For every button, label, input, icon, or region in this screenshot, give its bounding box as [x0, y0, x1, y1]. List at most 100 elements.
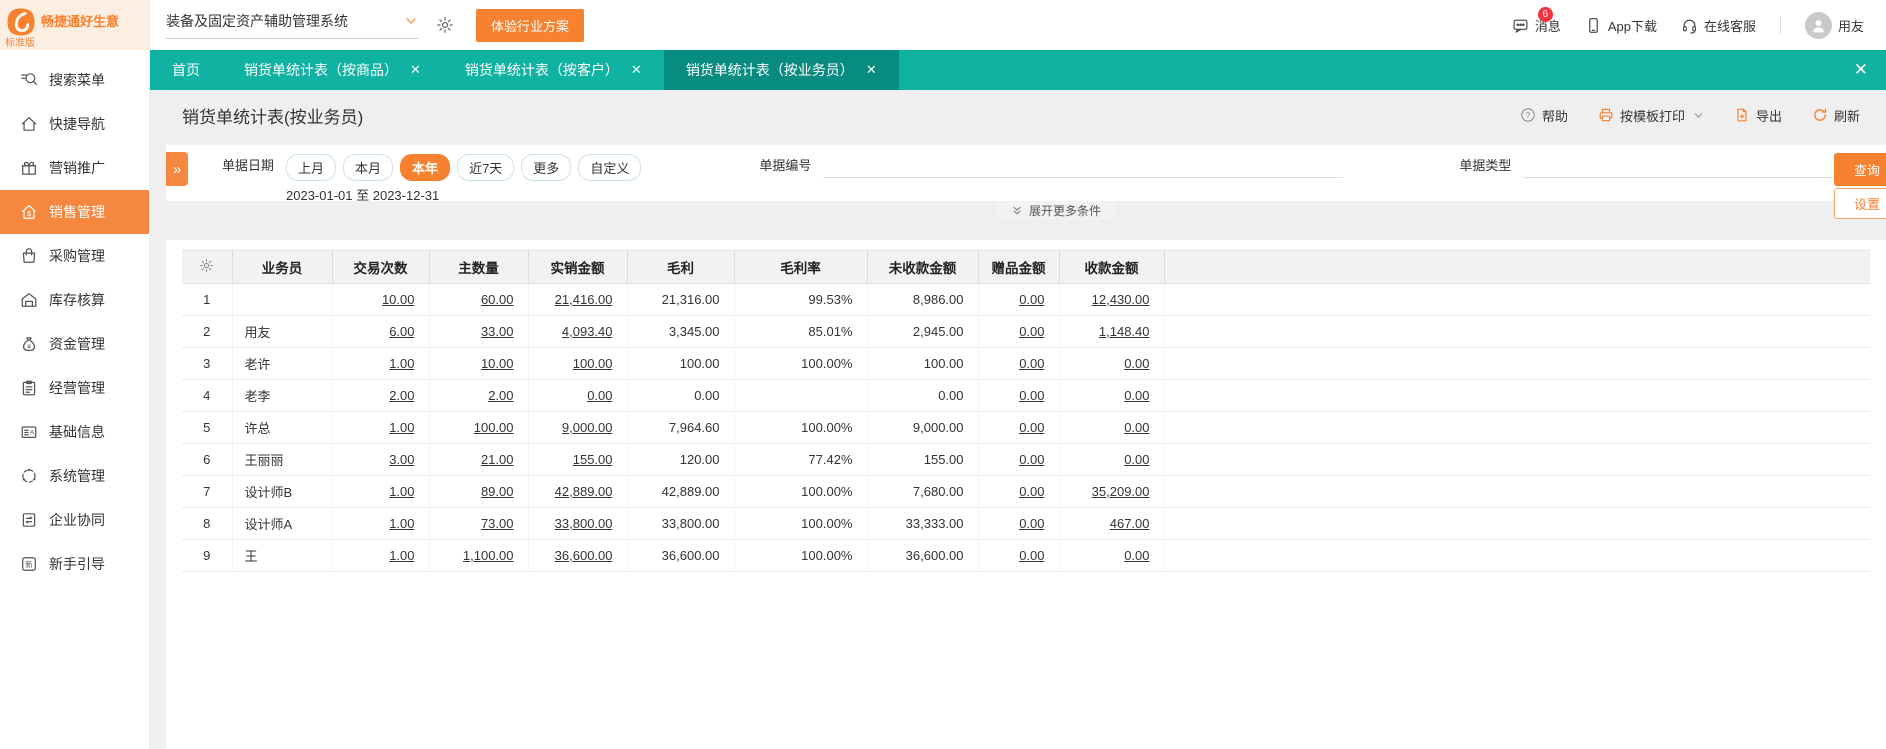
user-menu[interactable]: 用友 [1804, 11, 1864, 39]
sidebar-item-collab[interactable]: 企业协同 [0, 498, 149, 542]
cell-filler [1164, 475, 1870, 508]
date-option-本月[interactable]: 本月 [343, 154, 394, 181]
sidebar-item-sales[interactable]: $ 销售管理 [0, 190, 149, 234]
drilldown-link[interactable]: 0.00 [587, 388, 612, 403]
drilldown-link[interactable]: 1.00 [389, 516, 414, 531]
drilldown-link[interactable]: 0.00 [1019, 292, 1044, 307]
drilldown-link[interactable]: 9,000.00 [562, 420, 613, 435]
doc-no-input[interactable] [823, 154, 1344, 178]
drilldown-link[interactable]: 10.00 [382, 292, 415, 307]
drilldown-link[interactable]: 42,889.00 [555, 484, 613, 499]
sidebar-item-warehouse[interactable]: 库存核算 [0, 278, 149, 322]
table-row: 9 王 1.00 1,100.00 36,600.00 36,600.00 100.00% 3… [182, 539, 1870, 572]
drilldown-link[interactable]: 2.00 [389, 388, 414, 403]
print-by-template-button[interactable]: 按模板打印 [1598, 106, 1704, 125]
drilldown-link[interactable]: 21,416.00 [555, 292, 613, 307]
drilldown-link[interactable]: 36,600.00 [555, 548, 613, 563]
drilldown-link[interactable]: 467.00 [1110, 516, 1150, 531]
tab-close-icon[interactable]: ✕ [410, 62, 421, 78]
tab-close-icon[interactable]: ✕ [866, 62, 877, 78]
help-button[interactable]: ? 帮助 [1520, 106, 1568, 125]
sidebar-item-bag[interactable]: 采购管理 [0, 234, 149, 278]
drilldown-link[interactable]: 12,430.00 [1092, 292, 1150, 307]
trial-plan-button[interactable]: 体验行业方案 [476, 8, 585, 42]
drilldown-link[interactable]: 0.00 [1019, 420, 1044, 435]
drilldown-link[interactable]: 0.00 [1019, 388, 1044, 403]
sidebar-item-gift[interactable]: 营销推广 [0, 146, 149, 190]
drilldown-link[interactable]: 1,148.40 [1099, 324, 1150, 339]
cell-value: 0.00 [978, 283, 1060, 316]
messages-button[interactable]: 消息 6 [1512, 6, 1561, 35]
row-number: 7 [182, 475, 233, 508]
drilldown-link[interactable]: 1.00 [389, 356, 414, 371]
drilldown-link[interactable]: 0.00 [1124, 356, 1149, 371]
title-row: 销货单统计表(按业务员) ? 帮助 按模板打印 导出 刷新 [150, 90, 1886, 140]
drilldown-link[interactable]: 0.00 [1019, 324, 1044, 339]
drilldown-link[interactable]: 0.00 [1019, 452, 1044, 467]
date-range-value[interactable]: 2023-01-01 至 2023-12-31 [286, 185, 641, 204]
filter-settings-button[interactable]: 设置 [1833, 188, 1886, 219]
drilldown-link[interactable]: 0.00 [1019, 356, 1044, 371]
close-all-tabs-button[interactable]: ✕ [1836, 50, 1886, 90]
drilldown-link[interactable]: 21.00 [481, 452, 514, 467]
drilldown-link[interactable]: 60.00 [481, 292, 514, 307]
date-option-近7天[interactable]: 近7天 [457, 154, 515, 181]
sidebar-item-moneybag[interactable]: ¥ 资金管理 [0, 322, 149, 366]
drilldown-link[interactable]: 35,209.00 [1092, 484, 1150, 499]
drilldown-link[interactable]: 6.00 [389, 324, 414, 339]
drilldown-link[interactable]: 1.00 [389, 420, 414, 435]
sidebar-item-clipboard[interactable]: 经营管理 [0, 366, 149, 410]
cell-filler [1164, 315, 1870, 348]
cell-value: 12,430.00 [1059, 283, 1165, 316]
drilldown-link[interactable]: 155.00 [573, 452, 613, 467]
drilldown-link[interactable]: 10.00 [481, 356, 514, 371]
sidebar-item-search[interactable]: 搜索菜单 [0, 58, 149, 102]
drilldown-link[interactable]: 0.00 [1019, 516, 1044, 531]
refresh-button[interactable]: 刷新 [1812, 106, 1860, 125]
svg-text:$: $ [27, 209, 31, 218]
tab-3-active[interactable]: 销货单统计表（按业务员） ✕ [663, 50, 899, 90]
query-button[interactable]: 查询 [1833, 153, 1886, 186]
date-option-更多[interactable]: 更多 [521, 154, 572, 181]
drilldown-link[interactable]: 1.00 [389, 548, 414, 563]
doc-type-select[interactable] [1523, 154, 1886, 178]
export-button[interactable]: 导出 [1734, 106, 1782, 125]
drilldown-link[interactable]: 0.00 [1124, 548, 1149, 563]
drilldown-link[interactable]: 2.00 [488, 388, 513, 403]
online-service-button[interactable]: 在线客服 [1681, 16, 1756, 35]
drilldown-link[interactable]: 73.00 [481, 516, 514, 531]
app-download-button[interactable]: App下载 [1585, 16, 1657, 35]
drilldown-link[interactable]: 0.00 [1019, 484, 1044, 499]
sidebar-item-home[interactable]: 快捷导航 [0, 102, 149, 146]
drilldown-link[interactable]: 33,800.00 [555, 516, 613, 531]
collapse-filter-button[interactable]: » [166, 152, 188, 186]
tab-1[interactable]: 销货单统计表（按商品） ✕ [222, 50, 443, 90]
drilldown-link[interactable]: 3.00 [389, 452, 414, 467]
drilldown-link[interactable]: 89.00 [481, 484, 514, 499]
date-option-本年[interactable]: 本年 [400, 154, 451, 181]
print-chevron-down-icon[interactable] [1693, 110, 1704, 121]
tab-2[interactable]: 销货单统计表（按客户） ✕ [443, 50, 664, 90]
date-option-上月[interactable]: 上月 [286, 154, 337, 181]
sidebar-item-idcard[interactable]: A 基础信息 [0, 410, 149, 454]
drilldown-link[interactable]: 0.00 [1019, 548, 1044, 563]
drilldown-link[interactable]: 0.00 [1124, 420, 1149, 435]
drilldown-link[interactable]: 0.00 [1124, 452, 1149, 467]
drilldown-link[interactable]: 1.00 [389, 484, 414, 499]
tab-0[interactable]: 首页 [150, 50, 222, 90]
drilldown-link[interactable]: 100.00 [573, 356, 613, 371]
drilldown-link[interactable]: 33.00 [481, 324, 514, 339]
tab-close-icon[interactable]: ✕ [631, 62, 642, 78]
settings-gear-icon[interactable] [436, 16, 454, 34]
date-option-自定义[interactable]: 自定义 [578, 154, 642, 181]
drilldown-link[interactable]: 0.00 [1124, 388, 1149, 403]
column-settings-button[interactable] [182, 250, 233, 284]
drilldown-link[interactable]: 1,100.00 [463, 548, 514, 563]
sidebar-item-guide[interactable]: 新 新手引导 [0, 542, 149, 586]
sidebar-item-system[interactable]: 系统管理 [0, 454, 149, 498]
column-header: 毛利 [627, 250, 735, 284]
cell-salesperson: 老许 [232, 347, 333, 380]
drilldown-link[interactable]: 4,093.40 [562, 324, 613, 339]
system-select[interactable]: 装备及固定资产辅助管理系统 [166, 11, 418, 39]
drilldown-link[interactable]: 100.00 [474, 420, 514, 435]
